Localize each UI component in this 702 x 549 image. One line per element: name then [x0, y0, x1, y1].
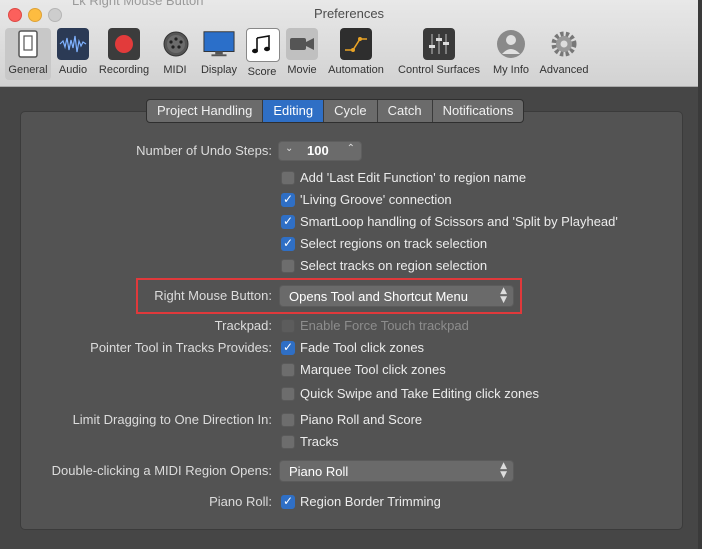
checkbox-marquee-tool[interactable] — [281, 363, 295, 377]
chevron-down-icon[interactable]: ⌄ — [285, 143, 293, 154]
control-surface-faders-icon — [423, 28, 455, 60]
checkbox-label: 'Living Groove' connection — [300, 192, 452, 207]
toolbar-control-surfaces[interactable]: Control Surfaces — [393, 28, 485, 80]
toolbar-label: MIDI — [163, 64, 187, 76]
user-silhouette-icon — [495, 28, 527, 60]
display-monitor-icon — [203, 28, 235, 60]
preferences-window: Lk Right Mouse Button Preferences Genera… — [0, 0, 698, 549]
checkbox-fade-tool[interactable] — [281, 340, 295, 355]
checkbox-label: Tracks — [300, 434, 339, 449]
checkbox-living-groove[interactable] — [281, 192, 295, 207]
tab-cycle[interactable]: Cycle — [324, 100, 378, 122]
movie-camera-icon — [286, 28, 318, 60]
general-icon — [12, 28, 44, 60]
toolbar-recording[interactable]: Recording — [96, 28, 152, 80]
limit-dragging-label: Limit Dragging to One Direction In: — [72, 412, 272, 427]
toolbar-label: My Info — [492, 64, 530, 76]
gear-icon — [548, 28, 580, 60]
checkbox-smartloop[interactable] — [281, 214, 295, 229]
up-down-chevron-icon: ▲ ▼ — [500, 461, 507, 480]
toolbar-score[interactable]: Score — [246, 28, 280, 80]
checkbox-last-edit-function[interactable] — [281, 171, 295, 185]
tab-editing[interactable]: Editing — [263, 100, 325, 122]
toolbar-label: Advanced — [539, 64, 589, 76]
toolbar-label: General — [8, 64, 48, 76]
toolbar-midi[interactable]: MIDI — [160, 28, 190, 80]
toolbar-label: Audio — [58, 64, 88, 76]
pointer-tool-label: Pointer Tool in Tracks Provides: — [90, 340, 272, 355]
score-notes-icon — [246, 28, 280, 62]
checkbox-label: Enable Force Touch trackpad — [300, 318, 469, 333]
piano-roll-label: Piano Roll: — [209, 494, 272, 509]
window-title: Preferences — [313, 6, 385, 21]
toolbar-label: Display — [200, 64, 238, 76]
double-click-popup[interactable]: Piano Roll ▲ ▼ — [279, 460, 514, 482]
checkbox-select-regions[interactable] — [281, 236, 295, 251]
double-click-label: Double-clicking a MIDI Region Opens: — [51, 463, 272, 478]
checkbox-tracks[interactable] — [281, 435, 295, 449]
toolbar-movie[interactable]: Movie — [284, 28, 320, 80]
undo-steps-label: Number of Undo Steps: — [136, 143, 272, 158]
toolbar-general[interactable]: General — [5, 28, 51, 80]
chevron-up-icon[interactable]: ⌃ — [347, 143, 355, 154]
checkbox-label: Add 'Last Edit Function' to region name — [300, 170, 527, 185]
trackpad-label: Trackpad: — [214, 318, 272, 333]
checkbox-label: Marquee Tool click zones — [300, 362, 446, 377]
record-icon — [108, 28, 140, 60]
checkbox-label: Quick Swipe and Take Editing click zones — [300, 386, 539, 401]
checkbox-label: Region Border Trimming — [300, 494, 441, 509]
toolbar-label: Automation — [328, 64, 384, 76]
toolbar-automation[interactable]: Automation — [325, 28, 387, 80]
tab-notifications[interactable]: Notifications — [433, 100, 524, 122]
undo-steps-stepper[interactable]: ⌄ 100 ⌃ — [278, 141, 362, 161]
checkbox-select-tracks[interactable] — [281, 259, 295, 273]
checkbox-label: Select tracks on region selection — [300, 258, 488, 273]
checkbox-region-border-trimming[interactable] — [281, 494, 295, 509]
highlight-box — [136, 278, 522, 314]
popup-value: Piano Roll — [289, 464, 349, 479]
toolbar-label: Score — [247, 66, 277, 78]
audio-waveform-icon — [57, 28, 89, 60]
midi-connector-icon — [160, 28, 192, 60]
title-bar: Lk Right Mouse Button Preferences Genera… — [0, 0, 698, 87]
checkbox-quick-swipe[interactable] — [281, 387, 295, 401]
toolbar-label: Movie — [287, 64, 317, 76]
checkbox-label: Select regions on track selection — [300, 236, 488, 251]
toolbar-advanced[interactable]: Advanced — [537, 28, 591, 80]
checkbox-force-touch — [281, 319, 295, 333]
toolbar-audio[interactable]: Audio — [56, 28, 90, 80]
toolbar-label: Recording — [98, 64, 150, 76]
toolbar-my-info[interactable]: My Info — [490, 28, 532, 80]
checkbox-label: Piano Roll and Score — [300, 412, 423, 427]
checkbox-label: SmartLoop handling of Scissors and 'Spli… — [300, 214, 618, 229]
undo-steps-value: 100 — [307, 143, 329, 158]
toolbar-display[interactable]: Display — [198, 28, 240, 80]
toolbar-label: Control Surfaces — [398, 64, 480, 76]
tab-bar: Project Handling Editing Cycle Catch Not… — [146, 99, 525, 123]
tab-project-handling[interactable]: Project Handling — [147, 100, 264, 122]
checkbox-piano-roll-score[interactable] — [281, 413, 295, 427]
automation-curve-icon — [340, 28, 372, 60]
checkbox-label: Fade Tool click zones — [300, 340, 425, 355]
tab-catch[interactable]: Catch — [378, 100, 433, 122]
